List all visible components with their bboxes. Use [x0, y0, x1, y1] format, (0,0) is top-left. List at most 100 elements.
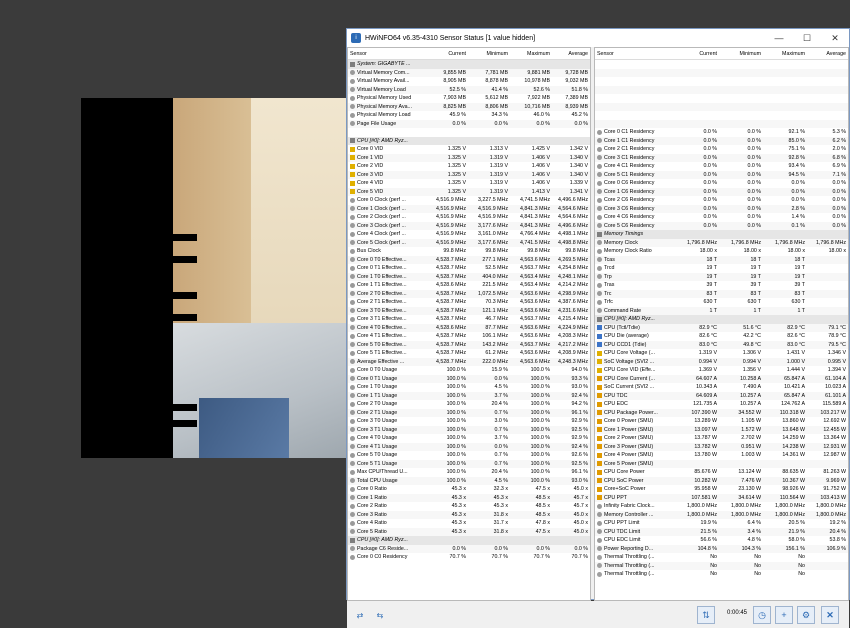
- sensor-row[interactable]: Core 5 Clock (perf ... 4,516.9 MHz 3,177.6…: [348, 238, 590, 247]
- sensor-row[interactable]: Core 0 T1 Usage 100.0 % 0.0 % 100.0 % 93.3 %: [348, 374, 590, 383]
- sensor-row[interactable]: Core 1 T0 Usage 100.0 % 4.5 % 100.0 % 93.0 %: [348, 383, 590, 392]
- sensor-row[interactable]: [595, 119, 848, 128]
- sensor-row[interactable]: Core 4 C6 Residency 0.0 % 0.0 % 1.4 % 0.0 %: [595, 213, 848, 222]
- sensor-row[interactable]: Core 5 C1 Residency 0.0 % 0.0 % 94.5 % 7.1 %: [595, 170, 848, 179]
- col-average[interactable]: Average: [807, 51, 848, 57]
- sensor-row[interactable]: Core 1 T1 Effective... 4,528.6 MHz 221.5 M…: [348, 281, 590, 290]
- sensor-row[interactable]: CPU TDC 64.609 A 10.257 A 65.847 A 61.101 A: [595, 391, 848, 400]
- sensor-row[interactable]: Core 2 C6 Residency 0.0 % 0.0 % 0.0 % 0.0 %: [595, 196, 848, 205]
- sensor-row[interactable]: Virtual Memory Load 52.5 % 41.4 % 52.6 % 51.…: [348, 85, 590, 94]
- sensor-row[interactable]: CPU TDC Limit 21.5 % 3.4 % 21.9 % 20.4 %: [595, 527, 848, 536]
- sensor-row[interactable]: Virtual Memory Avail... 8,905 MB 8,878 MB 1…: [348, 77, 590, 86]
- sensor-row[interactable]: Core 4 T0 Usage 100.0 % 3.7 % 100.0 % 92.9 %: [348, 434, 590, 443]
- sensor-row[interactable]: Core 3 C1 Residency 0.0 % 0.0 % 92.8 % 6.8 %: [595, 153, 848, 162]
- sensor-row[interactable]: Core 4 Ratio 45.3 x 31.7 x 47.8 x 45.0 x: [348, 519, 590, 528]
- sensor-row[interactable]: Core 3 T0 Effective... 4,528.7 MHz 121.1 M…: [348, 306, 590, 315]
- sensor-row[interactable]: Core 5 Power (SMU): [595, 459, 848, 468]
- col-current[interactable]: Current: [675, 51, 719, 57]
- sensor-row[interactable]: Core 3 Power (SMU) 13.782 W 0.951 W 14.238 …: [595, 442, 848, 451]
- sensor-row[interactable]: Core 3 VID 1.325 V 1.319 V 1.406 V 1.340 V: [348, 170, 590, 179]
- sensor-row[interactable]: Physical Memory Load 45.9 % 34.3 % 46.0 % 45…: [348, 111, 590, 120]
- sensor-row[interactable]: Core 1 Ratio 45.3 x 45.3 x 48.5 x 45.7 x: [348, 493, 590, 502]
- sensor-row[interactable]: Memory Clock 1,796.8 MHz 1,796.8 MHz 1,796.…: [595, 238, 848, 247]
- sensor-row[interactable]: CPU EDC Limit 56.6 % 4.8 % 58.0 % 53.8 %: [595, 536, 848, 545]
- sensor-row[interactable]: Core 2 T0 Usage 100.0 % 20.4 % 100.0 % 94.2 …: [348, 400, 590, 409]
- sensor-row[interactable]: Core 1 C6 Residency 0.0 % 0.0 % 0.0 % 0.0 %: [595, 187, 848, 196]
- sensor-row[interactable]: Core 2 Ratio 45.3 x 45.3 x 48.5 x 45.7 x: [348, 502, 590, 511]
- sensor-row[interactable]: Core 4 VID 1.325 V 1.319 V 1.406 V 1.339 V: [348, 179, 590, 188]
- sensor-row[interactable]: CPU Core VID (Effe... 1.369 V 1.356 V 1.444…: [595, 366, 848, 375]
- col-sensor[interactable]: Sensor: [595, 51, 675, 57]
- close-icon[interactable]: ✕: [821, 606, 839, 624]
- sensor-row[interactable]: Core 0 C0 Residency 70.7 % 70.7 % 70.7 % 70.…: [348, 553, 590, 562]
- sensor-row[interactable]: Core 5 Ratio 45.3 x 31.8 x 47.5 x 45.0 x: [348, 527, 590, 536]
- sensor-row[interactable]: Trfc 630 T 630 T 630 T: [595, 298, 848, 307]
- col-minimum[interactable]: Minimum: [468, 51, 510, 57]
- sensor-row[interactable]: [595, 77, 848, 86]
- sensor-row[interactable]: Max CPU/Thread U... 100.0 % 20.4 % 100.0 % 9…: [348, 468, 590, 477]
- minimize-icon[interactable]: —: [765, 33, 793, 44]
- col-sensor[interactable]: Sensor: [348, 51, 426, 57]
- sensor-row[interactable]: [595, 111, 848, 120]
- sensor-row[interactable]: Tcas 18 T 18 T 18 T: [595, 255, 848, 264]
- sensor-row[interactable]: Core 1 VID 1.325 V 1.319 V 1.406 V 1.340 V: [348, 153, 590, 162]
- sensor-row[interactable]: Core+SoC Power 95.958 W 23.130 W 98.926 W 91…: [595, 485, 848, 494]
- sensor-row[interactable]: CPU Package Power... 107.390 W 34.552 W 110…: [595, 408, 848, 417]
- sensor-row[interactable]: Memory Controller ... 1,800.0 MHz 1,800.0 …: [595, 510, 848, 519]
- sensor-row[interactable]: Core 0 Clock (perf ... 4,516.9 MHz 3,227.5…: [348, 196, 590, 205]
- sensor-group-header[interactable]: CPU [#0]: AMD Ryz...: [348, 136, 590, 145]
- sensor-row[interactable]: Core 0 T1 Effective... 4,528.7 MHz 52.5 MH…: [348, 264, 590, 273]
- sensor-row[interactable]: Core 3 T1 Usage 100.0 % 0.7 % 100.0 % 92.5 %: [348, 425, 590, 434]
- maximize-icon[interactable]: ☐: [793, 33, 821, 44]
- sensor-row[interactable]: Bus Clock 99.8 MHz 99.8 MHz 99.8 MHz 99.8 MH…: [348, 247, 590, 256]
- sensor-row[interactable]: [595, 94, 848, 103]
- sensor-row[interactable]: Core 4 T1 Effective... 4,528.7 MHz 106.1 M…: [348, 332, 590, 341]
- sensor-row[interactable]: CPU Core Current (... 64.607 A 10.258 A 65.…: [595, 374, 848, 383]
- sensor-row[interactable]: Core 2 T0 Effective... 4,528.7 MHz 1,072.5…: [348, 289, 590, 298]
- sensor-row[interactable]: [595, 85, 848, 94]
- sensor-row[interactable]: CPU SoC Power 10.282 W 7.476 W 10.367 W 9.96…: [595, 476, 848, 485]
- sensor-row[interactable]: Core 5 C6 Residency 0.0 % 0.0 % 0.1 % 0.0 %: [595, 221, 848, 230]
- sensor-row[interactable]: SoC Current (SVI2 ... 10.343 A 7.490 A 10.4…: [595, 383, 848, 392]
- sensor-row[interactable]: Core 1 T1 Usage 100.0 % 3.7 % 100.0 % 92.4 %: [348, 391, 590, 400]
- sensor-row[interactable]: Core 2 C1 Residency 0.0 % 0.0 % 75.1 % 2.0 %: [595, 145, 848, 154]
- sensor-row[interactable]: Thermal Throttling (... No No No: [595, 570, 848, 579]
- sensor-row[interactable]: Core 1 Power (SMU) 13.097 W 1.572 W 13.648 …: [595, 425, 848, 434]
- sensor-row[interactable]: Infinity Fabric Clock... 1,800.0 MHz 1,800…: [595, 502, 848, 511]
- sensor-row[interactable]: Core 0 VID 1.325 V 1.313 V 1.425 V 1.342 V: [348, 145, 590, 154]
- sensor-row[interactable]: CPU (Tctl/Tdie) 82.9 °C 51.6 °C 82.9 °C 79.1…: [595, 323, 848, 332]
- sensor-row[interactable]: CPU Die (average) 82.6 °C 42.2 °C 82.6 °C 78…: [595, 332, 848, 341]
- sensor-row[interactable]: Core 2 VID 1.325 V 1.319 V 1.406 V 1.340 V: [348, 162, 590, 171]
- sensor-group-header[interactable]: CPU [#0]: AMD Ryz...: [348, 536, 590, 545]
- col-maximum[interactable]: Maximum: [763, 51, 807, 57]
- sensor-row[interactable]: Core 3 C6 Residency 0.0 % 0.0 % 2.8 % 0.0 %: [595, 204, 848, 213]
- sensor-group-header[interactable]: Memory Timings: [595, 230, 848, 239]
- sensor-row[interactable]: CPU Core Power 85.676 W 13.124 W 88.635 W 81…: [595, 468, 848, 477]
- add-report-icon[interactable]: +: [775, 606, 793, 624]
- sensor-row[interactable]: CPU Core Voltage (... 1.319 V 1.306 V 1.431…: [595, 349, 848, 358]
- sensor-row[interactable]: Core 3 T1 Effective... 4,528.7 MHz 46.7 MH…: [348, 315, 590, 324]
- sensor-row[interactable]: Core 2 T1 Effective... 4,528.7 MHz 70.3 MH…: [348, 298, 590, 307]
- sensor-row[interactable]: Thermal Throttling (... No No No: [595, 553, 848, 562]
- sensor-pane-right[interactable]: Sensor Current Minimum Maximum Average C…: [594, 47, 849, 601]
- sensor-row[interactable]: Core 0 C6 Residency 0.0 % 0.0 % 0.0 % 0.0 %: [595, 179, 848, 188]
- sensor-row[interactable]: Trp 19 T 19 T 19 T: [595, 272, 848, 281]
- sensor-row[interactable]: Total CPU Usage 100.0 % 4.5 % 100.0 % 93.0 %: [348, 476, 590, 485]
- sensor-row[interactable]: Page File Usage 0.0 % 0.0 % 0.0 % 0.0 %: [348, 119, 590, 128]
- sensor-row[interactable]: Tras 39 T 39 T 39 T: [595, 281, 848, 290]
- sensor-row[interactable]: Power Reporting D... 104.8 % 104.3 % 156.1 …: [595, 544, 848, 553]
- sensor-row[interactable]: [348, 128, 590, 137]
- sensor-row[interactable]: Core 0 Ratio 45.3 x 32.3 x 47.5 x 45.0 x: [348, 485, 590, 494]
- sensor-row[interactable]: CPU PPT Limit 19.9 % 6.4 % 20.5 % 19.2 %: [595, 519, 848, 528]
- sensor-row[interactable]: Core 0 T0 Usage 100.0 % 15.9 % 100.0 % 94.0 …: [348, 366, 590, 375]
- col-minimum[interactable]: Minimum: [719, 51, 763, 57]
- sensor-row[interactable]: Physical Memory Used 7,903 MB 5,612 MB 7,92…: [348, 94, 590, 103]
- sensor-row[interactable]: Core 3 Ratio 45.3 x 31.8 x 48.5 x 45.0 x: [348, 510, 590, 519]
- sensor-row[interactable]: Core 5 T0 Effective... 4,528.7 MHz 143.2 M…: [348, 340, 590, 349]
- sensor-row[interactable]: Core 3 Clock (perf ... 4,516.9 MHz 3,177.6…: [348, 221, 590, 230]
- sensor-row[interactable]: Core 5 T0 Usage 100.0 % 0.7 % 100.0 % 92.6 %: [348, 451, 590, 460]
- sensor-row[interactable]: Core 4 Clock (perf ... 4,516.9 MHz 3,161.0…: [348, 230, 590, 239]
- sensor-row[interactable]: Core 2 T1 Usage 100.0 % 0.7 % 100.0 % 96.1 %: [348, 408, 590, 417]
- sensor-group-header[interactable]: CPU [#0]: AMD Ryz...: [595, 315, 848, 324]
- column-header[interactable]: Sensor Current Minimum Maximum Average: [348, 48, 590, 60]
